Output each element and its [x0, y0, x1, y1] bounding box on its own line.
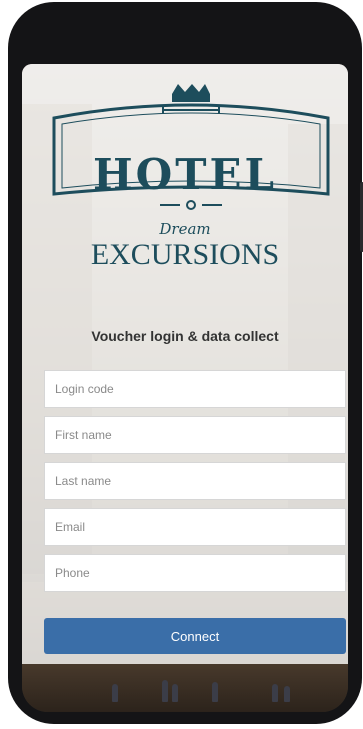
form-title: Voucher login & data collect: [91, 328, 279, 344]
email-input[interactable]: [44, 508, 346, 546]
first-name-input[interactable]: [44, 416, 346, 454]
crown-icon: [162, 84, 220, 114]
phone-screen: HOTEL Dream EXCURSIONS Voucher login & d…: [22, 64, 348, 712]
connect-button[interactable]: Connect: [44, 618, 346, 654]
phone-frame: HOTEL Dream EXCURSIONS Voucher login & d…: [8, 2, 363, 724]
logo-excursions-text: EXCURSIONS: [90, 238, 280, 271]
last-name-input[interactable]: [44, 462, 346, 500]
phone-input[interactable]: [44, 554, 346, 592]
logo-dream-text: Dream: [159, 220, 211, 238]
login-code-input[interactable]: [44, 370, 346, 408]
hotel-logo: HOTEL Dream EXCURSIONS: [22, 82, 348, 272]
voucher-form: [44, 370, 346, 600]
logo-hotel-text: HOTEL: [92, 150, 278, 199]
